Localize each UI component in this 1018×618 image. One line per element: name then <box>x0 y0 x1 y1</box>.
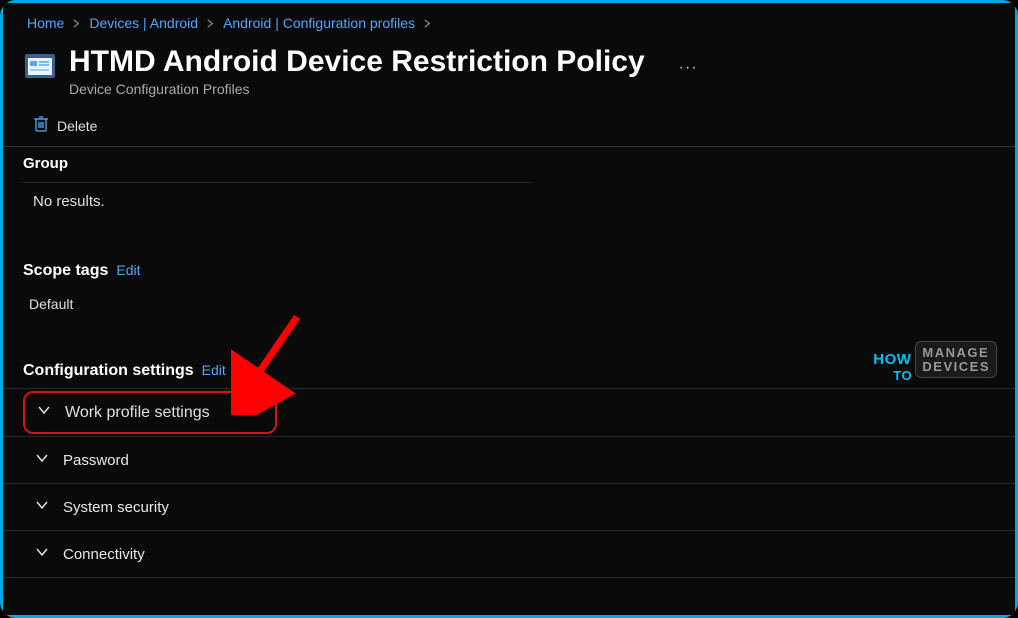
scope-tags-edit-link[interactable]: Edit <box>116 262 140 278</box>
watermark-box: MANAGE DEVICES <box>915 341 997 378</box>
config-accordion: Work profile settings Password System se… <box>3 388 1015 578</box>
accordion-label: Connectivity <box>63 546 145 563</box>
breadcrumb: Home Devices | Android Android | Configu… <box>3 3 1015 39</box>
config-settings-edit-link[interactable]: Edit <box>202 362 226 378</box>
accordion-work-profile[interactable]: Work profile settings <box>23 391 277 434</box>
watermark-to: TO <box>893 368 912 383</box>
page-title: HTMD Android Device Restriction Policy <box>69 45 645 79</box>
scope-tags-heading: Scope tags <box>23 262 108 280</box>
accordion-label: System security <box>63 499 169 516</box>
trash-icon <box>33 115 49 136</box>
group-heading: Group <box>3 147 1015 178</box>
breadcrumb-devices-android[interactable]: Devices | Android <box>89 15 198 31</box>
configuration-profile-icon <box>25 51 55 81</box>
accordion-password[interactable]: Password <box>3 437 1015 484</box>
breadcrumb-home[interactable]: Home <box>27 15 64 31</box>
delete-label: Delete <box>57 118 97 134</box>
breadcrumb-config-profiles[interactable]: Android | Configuration profiles <box>223 15 415 31</box>
chevron-down-icon <box>35 451 49 469</box>
chevron-right-icon <box>423 15 432 31</box>
scope-tags-value: Default <box>3 286 1015 312</box>
config-settings-heading: Configuration settings <box>23 362 194 380</box>
more-menu-button[interactable]: ··· <box>679 59 698 77</box>
accordion-label: Work profile settings <box>65 404 210 422</box>
chevron-down-icon <box>37 403 51 422</box>
watermark-how: HOW <box>873 351 911 368</box>
chevron-right-icon <box>206 15 215 31</box>
chevron-down-icon <box>35 498 49 516</box>
accordion-label: Password <box>63 452 129 469</box>
watermark: HOW TO MANAGE DEVICES <box>873 341 997 378</box>
delete-button[interactable]: Delete <box>33 115 97 136</box>
accordion-connectivity[interactable]: Connectivity <box>3 531 1015 578</box>
accordion-system-security[interactable]: System security <box>3 484 1015 531</box>
group-no-results: No results. <box>3 183 1015 214</box>
chevron-down-icon <box>35 545 49 563</box>
chevron-right-icon <box>72 15 81 31</box>
page-subtitle: Device Configuration Profiles <box>69 81 645 97</box>
